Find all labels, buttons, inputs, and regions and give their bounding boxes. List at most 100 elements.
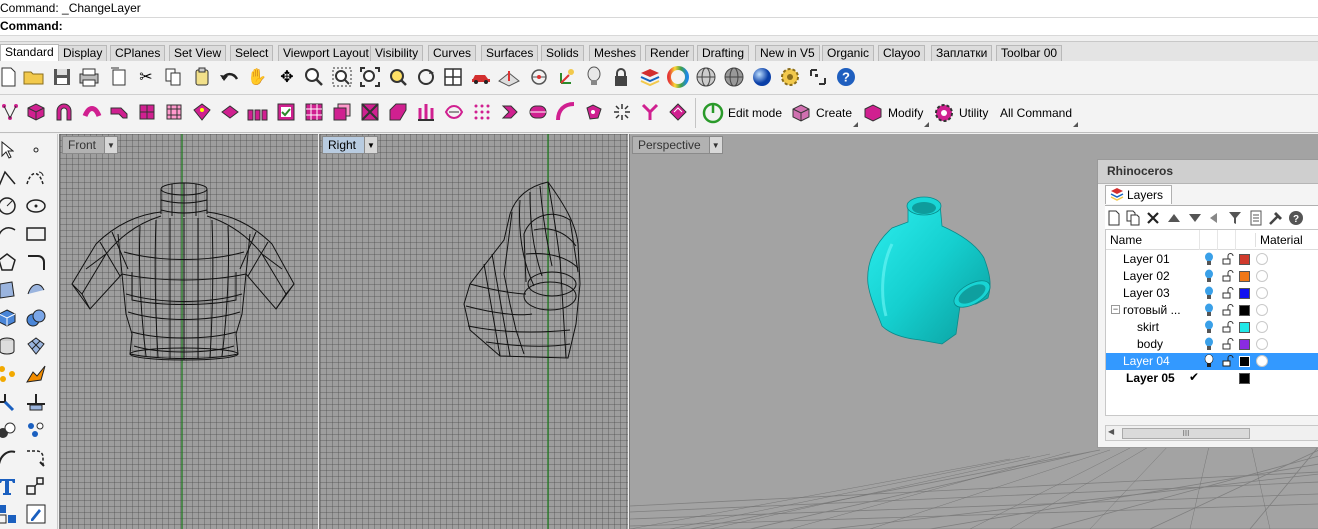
create-button[interactable]: Create xyxy=(790,101,859,127)
layer-color-swatch[interactable] xyxy=(1239,271,1250,282)
scroll-left-arrow-icon[interactable]: ◀ xyxy=(1108,427,1114,436)
light-bulb-icon[interactable] xyxy=(1204,337,1214,351)
circle-icon[interactable] xyxy=(0,194,19,218)
select-arrow-icon[interactable] xyxy=(0,138,19,162)
grid-surface-icon[interactable] xyxy=(302,100,326,124)
scroll-thumb[interactable]: III xyxy=(1122,428,1250,439)
align-tools-icon[interactable] xyxy=(24,390,48,414)
control-points-icon[interactable] xyxy=(0,100,22,124)
light-bulb-icon[interactable] xyxy=(582,65,606,89)
zoom-icon[interactable] xyxy=(302,65,326,89)
tab-clayoo[interactable]: Clayoo xyxy=(878,45,926,62)
unlocked-icon[interactable] xyxy=(1222,253,1234,265)
undo-icon[interactable] xyxy=(218,65,242,89)
surface-tools-icon[interactable] xyxy=(24,278,48,302)
properties-page-icon[interactable] xyxy=(107,65,131,89)
layer-color-swatch[interactable] xyxy=(1239,339,1250,350)
modify-button[interactable]: Modify xyxy=(862,101,930,127)
twist-tool-icon[interactable] xyxy=(80,100,104,124)
print-icon[interactable] xyxy=(77,65,101,89)
dimension-icon[interactable] xyxy=(0,446,19,470)
group-icon[interactable] xyxy=(0,418,19,442)
grid-snap-icon[interactable] xyxy=(0,502,19,526)
viewport-right-menu-icon[interactable]: ▼ xyxy=(364,137,378,153)
all-command-button[interactable]: All Command xyxy=(1000,101,1079,127)
layer-row[interactable]: Layer 03 xyxy=(1106,285,1318,302)
array-icon[interactable] xyxy=(246,100,270,124)
offset-surface-icon[interactable] xyxy=(330,100,354,124)
layer-color-swatch[interactable] xyxy=(1239,356,1250,367)
column-header-material[interactable]: Material xyxy=(1255,233,1303,247)
layer-color-swatch[interactable] xyxy=(1239,254,1250,265)
new-sublayer-icon[interactable] xyxy=(1124,209,1142,227)
material-circle-icon[interactable] xyxy=(1256,270,1268,282)
rebuild-icon[interactable] xyxy=(498,100,522,124)
sweep-icon[interactable] xyxy=(554,100,578,124)
arc-icon[interactable] xyxy=(0,222,19,246)
surface-corner-icon[interactable] xyxy=(0,278,19,302)
light-bulb-icon[interactable] xyxy=(1204,286,1214,300)
tab-toolbar-00[interactable]: Toolbar 00 xyxy=(996,45,1063,62)
unlocked-icon[interactable] xyxy=(1222,321,1234,333)
layers-icon[interactable] xyxy=(638,65,662,89)
tab-solids[interactable]: Solids xyxy=(541,45,584,62)
point-icon[interactable] xyxy=(24,138,48,162)
curve-icon[interactable] xyxy=(24,166,48,190)
layer-row-current[interactable]: Layer 05 ✔ xyxy=(1106,370,1318,387)
explode-icon[interactable] xyxy=(610,100,634,124)
tools-hammer-icon[interactable] xyxy=(1267,209,1285,227)
layer-color-swatch[interactable] xyxy=(1239,373,1250,384)
material-circle-icon[interactable] xyxy=(1256,253,1268,265)
polygon-icon[interactable] xyxy=(0,250,19,274)
blend-surface-icon[interactable] xyxy=(386,100,410,124)
tab-display[interactable]: Display xyxy=(58,45,108,62)
options-gear-icon[interactable] xyxy=(778,65,802,89)
box-edit-icon[interactable] xyxy=(135,100,159,124)
zoom-window-icon[interactable] xyxy=(330,65,354,89)
viewport-right[interactable]: Right ▼ xyxy=(319,134,628,529)
named-view-car-icon[interactable] xyxy=(469,65,493,89)
paste-icon[interactable] xyxy=(190,65,214,89)
split-surface-icon[interactable] xyxy=(358,100,382,124)
block-tools-icon[interactable] xyxy=(24,474,48,498)
cage-edit-icon[interactable] xyxy=(162,100,186,124)
command-prompt[interactable]: Command: xyxy=(0,18,1318,36)
ellipse-icon[interactable] xyxy=(24,194,48,218)
unlocked-icon[interactable] xyxy=(1222,304,1234,316)
layer-row[interactable]: skirt xyxy=(1106,319,1318,336)
column-header-name[interactable]: Name xyxy=(1110,233,1142,247)
layer-properties-icon[interactable] xyxy=(1247,209,1265,227)
utility-button[interactable]: Utility xyxy=(933,101,988,125)
solid-union-icon[interactable] xyxy=(24,306,48,330)
tab-surfaces[interactable]: Surfaces xyxy=(481,45,539,62)
viewport-front[interactable]: Front ▼ xyxy=(59,134,318,529)
move-to-parent-icon[interactable] xyxy=(1205,209,1223,227)
tab-set-view[interactable]: Set View xyxy=(169,45,227,62)
move-layer-down-icon[interactable] xyxy=(1186,209,1204,227)
help-icon[interactable]: ? xyxy=(834,65,858,89)
material-circle-icon[interactable] xyxy=(1256,304,1268,316)
layer-row[interactable]: Layer 01 xyxy=(1106,251,1318,268)
rotate-view-icon[interactable] xyxy=(414,65,438,89)
tab-zaplatki[interactable]: Заплатки xyxy=(931,45,993,62)
material-circle-icon[interactable] xyxy=(1256,287,1268,299)
lock-icon[interactable] xyxy=(609,65,633,89)
tab-curves[interactable]: Curves xyxy=(428,45,477,62)
tab-meshes[interactable]: Meshes xyxy=(589,45,642,62)
new-file-icon[interactable] xyxy=(0,65,20,89)
edit-mode-button[interactable]: Edit mode xyxy=(702,101,782,125)
extrude-surface-icon[interactable] xyxy=(414,100,438,124)
curve-tools-icon[interactable] xyxy=(24,250,48,274)
transform-tools-icon[interactable] xyxy=(0,390,19,414)
gumball-icon[interactable] xyxy=(555,65,579,89)
new-layer-icon[interactable] xyxy=(1105,209,1123,227)
render-tools-icon[interactable] xyxy=(0,362,19,386)
pipe-icon[interactable] xyxy=(526,100,550,124)
loft-icon[interactable] xyxy=(442,100,466,124)
four-viewports-icon[interactable] xyxy=(441,65,465,89)
viewport-front-menu-icon[interactable]: ▼ xyxy=(104,137,118,153)
open-folder-icon[interactable] xyxy=(22,65,46,89)
layer-color-swatch[interactable] xyxy=(1239,288,1250,299)
light-bulb-icon[interactable] xyxy=(1204,303,1214,317)
tab-new-in-v5[interactable]: New in V5 xyxy=(755,45,820,62)
